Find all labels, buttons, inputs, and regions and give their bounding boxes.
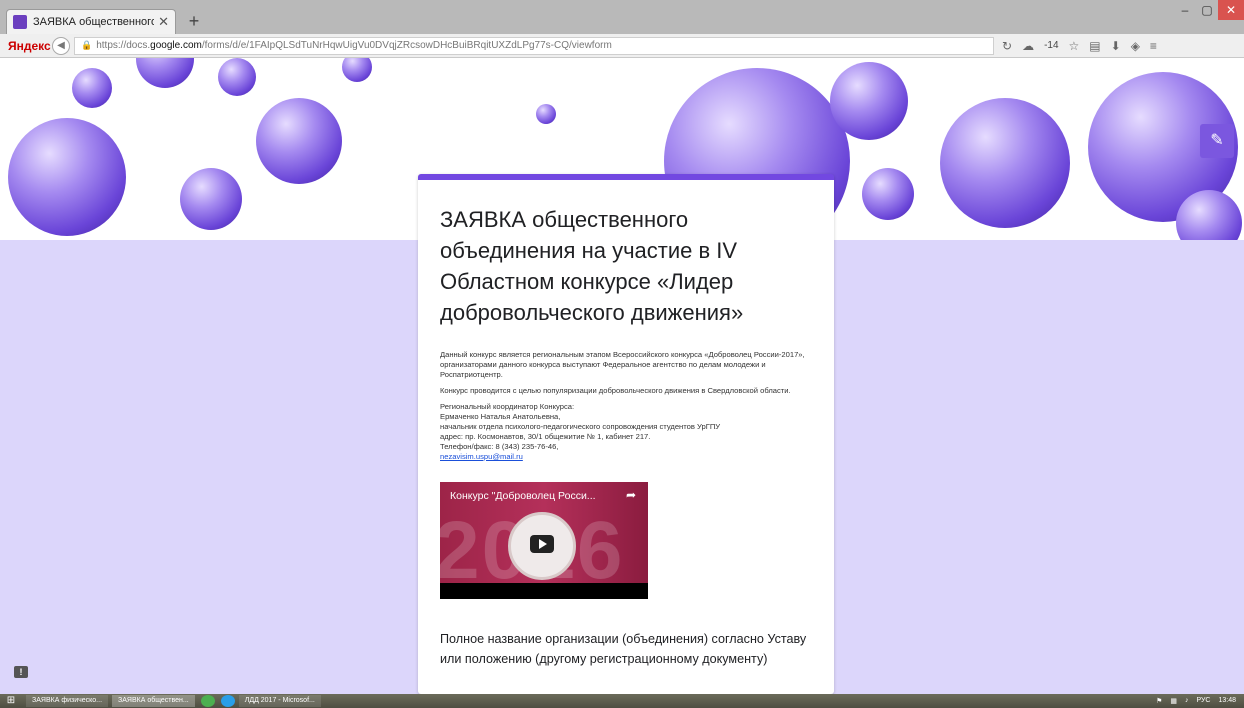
reload-icon[interactable]: ↻: [1002, 39, 1012, 53]
bubble-decoration: [862, 168, 914, 220]
language-indicator[interactable]: РУС: [1196, 697, 1210, 705]
lock-icon: 🔒: [81, 40, 93, 50]
bubble-decoration: [342, 58, 372, 82]
yandex-logo[interactable]: Яндекс: [8, 39, 51, 53]
bubble-decoration: [72, 68, 112, 108]
browser-tab[interactable]: ЗАЯВКА общественного ... ✕: [6, 9, 176, 34]
bubble-decoration: [136, 58, 194, 88]
close-window-button[interactable]: ✕: [1218, 0, 1244, 20]
contact-line: Региональный координатор Конкурса:: [440, 402, 575, 411]
taskbar-app[interactable]: ЛДД 2017 - Microsof...: [238, 695, 321, 707]
window-controls: – ▢ ✕: [1174, 0, 1244, 20]
maximize-button[interactable]: ▢: [1196, 0, 1218, 20]
contact-block: Региональный координатор Конкурса: Ермач…: [440, 402, 812, 462]
clipboard-icon[interactable]: ▤: [1089, 39, 1100, 53]
new-tab-button[interactable]: +: [182, 12, 206, 32]
question-title: Полное название организации (объединения…: [440, 632, 807, 666]
contact-line: Ермаченко Наталья Анатольевна,: [440, 412, 561, 421]
play-button-icon[interactable]: [530, 535, 554, 553]
form-title: ЗАЯВКА общественного объединения на учас…: [440, 207, 744, 325]
description-paragraph: Данный конкурс является региональным эта…: [440, 350, 805, 379]
url-text: https://docs.google.com/forms/d/e/1FAIpQ…: [96, 40, 612, 51]
weather-icon[interactable]: ☁: [1022, 39, 1034, 53]
windows-taskbar: ⊞ ЗАЯВКА физическо... ЗАЯВКА обществен..…: [0, 694, 1244, 708]
minimize-button[interactable]: –: [1174, 0, 1196, 20]
share-arrow-icon[interactable]: ➦: [626, 488, 636, 502]
video-title[interactable]: Конкурс "Доброволец Росси...: [450, 490, 596, 502]
contact-line: Телефон/факс: 8 (343) 235-76-46,: [440, 442, 559, 451]
form-description: Данный конкурс является региональным эта…: [440, 350, 812, 462]
video-embed[interactable]: 2016 Конкурс "Доброволец Росси... ➦: [440, 482, 648, 599]
tab-title: ЗАЯВКА общественного ...: [33, 16, 155, 28]
flag-icon[interactable]: ⚑: [1156, 697, 1162, 705]
edit-pencil-button[interactable]: ✎: [1200, 124, 1234, 158]
url-field[interactable]: 🔒 https://docs.google.com/forms/d/e/1FAI…: [74, 36, 994, 55]
form-card: ЗАЯВКА общественного объединения на учас…: [418, 174, 834, 694]
contact-email-link[interactable]: nezavisim.uspu@mail.ru: [440, 452, 523, 461]
windows-start-icon[interactable]: ⊞: [0, 694, 22, 708]
bubble-decoration: [830, 62, 908, 140]
back-arrow-icon[interactable]: ◀: [52, 36, 70, 55]
bubble-decoration: [180, 168, 242, 230]
download-icon[interactable]: ⬇: [1111, 39, 1121, 53]
description-paragraph: Конкурс проводится с целью популяризации…: [440, 386, 791, 395]
address-bar-row: Яндекс ◀ 🔒 https://docs.google.com/forms…: [0, 34, 1244, 58]
star-icon[interactable]: ☆: [1069, 39, 1080, 53]
google-forms-favicon-icon: [13, 15, 27, 29]
network-icon[interactable]: ▦: [1170, 697, 1177, 705]
chrome-icon[interactable]: [200, 695, 215, 707]
skype-icon[interactable]: [220, 695, 235, 707]
bubble-decoration: [536, 104, 556, 124]
tab-close-icon[interactable]: ✕: [158, 14, 169, 30]
bubble-decoration: [940, 98, 1070, 228]
contact-line: начальник отдела психолого-педагогическо…: [440, 422, 721, 431]
browser-toolbar-icons: ↻ ☁ -14 ☆ ▤ ⬇ ◈ ≡: [1002, 39, 1157, 53]
weather-badge: -14: [1044, 40, 1059, 51]
clock[interactable]: 13:48: [1218, 697, 1236, 705]
feedback-icon[interactable]: !: [14, 666, 28, 678]
system-tray: ⚑ ▦ ♪ РУС 13:48: [1156, 697, 1244, 705]
browser-tab-strip: ЗАЯВКА общественного ... ✕ + – ▢ ✕: [0, 0, 1244, 34]
menu-icon[interactable]: ≡: [1150, 39, 1157, 53]
video-bottom-bar: [440, 583, 648, 599]
bubble-decoration: [256, 98, 342, 184]
pocket-icon[interactable]: ◈: [1131, 39, 1140, 53]
contact-line: адрес: пр. Космонавтов, 30/1 общежитие №…: [440, 432, 651, 441]
volume-icon[interactable]: ♪: [1185, 697, 1189, 705]
taskbar-app[interactable]: ЗАЯВКА обществен...: [112, 695, 195, 707]
taskbar-app[interactable]: ЗАЯВКА физическо...: [26, 695, 109, 707]
bubble-decoration: [8, 118, 126, 236]
bubble-decoration: [218, 58, 256, 96]
